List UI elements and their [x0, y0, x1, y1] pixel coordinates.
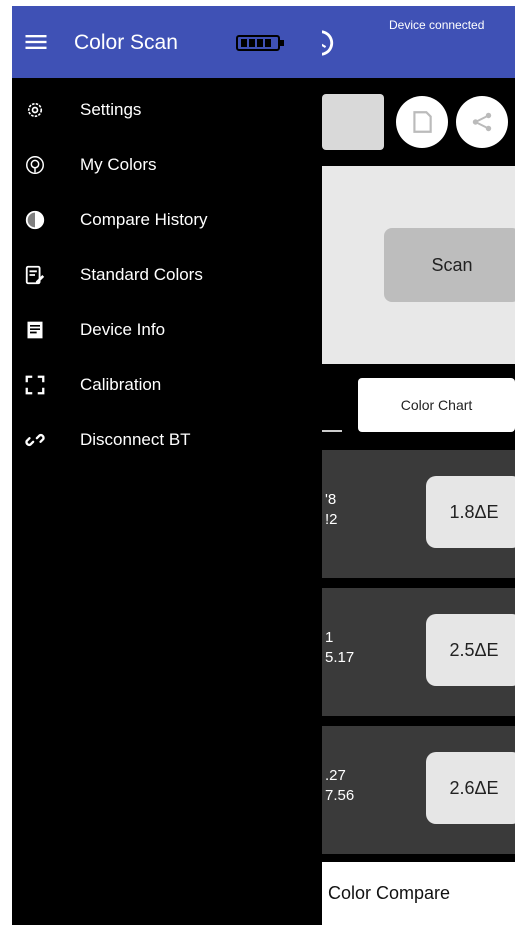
delta-e-badge: 2.5ΔE: [426, 614, 515, 686]
nav-item-my-colors[interactable]: My Colors: [12, 143, 322, 187]
result-line-1: 1: [325, 629, 334, 646]
result-card[interactable]: .27 7.56 2.6ΔE: [322, 726, 515, 854]
palette-icon: [20, 150, 50, 180]
color-compare-button[interactable]: Color Compare: [322, 862, 515, 925]
result-card[interactable]: '8 !2 1.8ΔE: [322, 450, 515, 578]
app-title: Color Scan: [74, 31, 178, 54]
result-line-1: '8: [325, 491, 337, 508]
result-values: '8 !2: [325, 490, 338, 530]
nav-item-standard-colors[interactable]: Standard Colors: [12, 253, 322, 297]
app-frame: Device connected Scan Color Chart '8 !2 …: [12, 6, 515, 925]
save-button[interactable]: [396, 96, 448, 148]
document-icon: [20, 315, 50, 345]
link-icon: [20, 425, 50, 455]
color-swatch: [322, 94, 384, 150]
tab-indicator: [322, 430, 342, 432]
hamburger-menu-icon[interactable]: [22, 28, 50, 56]
edit-note-icon: [20, 260, 50, 290]
result-card[interactable]: 1 5.17 2.5ΔE: [322, 588, 515, 716]
share-button[interactable]: [456, 96, 508, 148]
nav-item-label: Compare History: [80, 210, 208, 229]
delta-e-badge: 1.8ΔE: [426, 476, 515, 548]
corners-icon: [20, 370, 50, 400]
contrast-icon: [20, 205, 50, 235]
result-line-2: 7.56: [325, 787, 355, 804]
color-chart-tab[interactable]: Color Chart: [358, 378, 515, 432]
scan-panel: Scan: [322, 166, 515, 364]
nav-item-compare-history[interactable]: Compare History: [12, 198, 322, 242]
save-icon: [413, 111, 432, 133]
result-line-1: .27: [325, 767, 346, 784]
nav-item-device-info[interactable]: Device Info: [12, 308, 322, 352]
result-values: .27 7.56: [325, 766, 354, 806]
gear-icon: [20, 95, 50, 125]
battery-icon: [236, 35, 284, 51]
result-values: 1 5.17: [325, 628, 354, 668]
nav-item-label: My Colors: [80, 155, 157, 174]
nav-drawer: Color Scan Settings My Colors Compare Hi…: [12, 6, 322, 925]
nav-item-label: Settings: [80, 100, 142, 119]
nav-item-settings[interactable]: Settings: [12, 88, 322, 132]
drawer-header: Color Scan: [12, 6, 322, 78]
share-icon: [472, 112, 492, 132]
nav-item-calibration[interactable]: Calibration: [12, 363, 322, 407]
result-line-2: !2: [325, 511, 338, 528]
delta-e-badge: 2.6ΔE: [426, 752, 515, 824]
device-status: Device connected: [389, 18, 485, 32]
nav-item-label: Disconnect BT: [80, 430, 191, 449]
nav-item-label: Standard Colors: [80, 265, 203, 284]
result-line-2: 5.17: [325, 649, 355, 666]
scan-button[interactable]: Scan: [384, 228, 515, 302]
nav-item-disconnect-bt[interactable]: Disconnect BT: [12, 418, 322, 462]
nav-item-label: Device Info: [80, 320, 166, 339]
nav-item-label: Calibration: [80, 375, 162, 394]
